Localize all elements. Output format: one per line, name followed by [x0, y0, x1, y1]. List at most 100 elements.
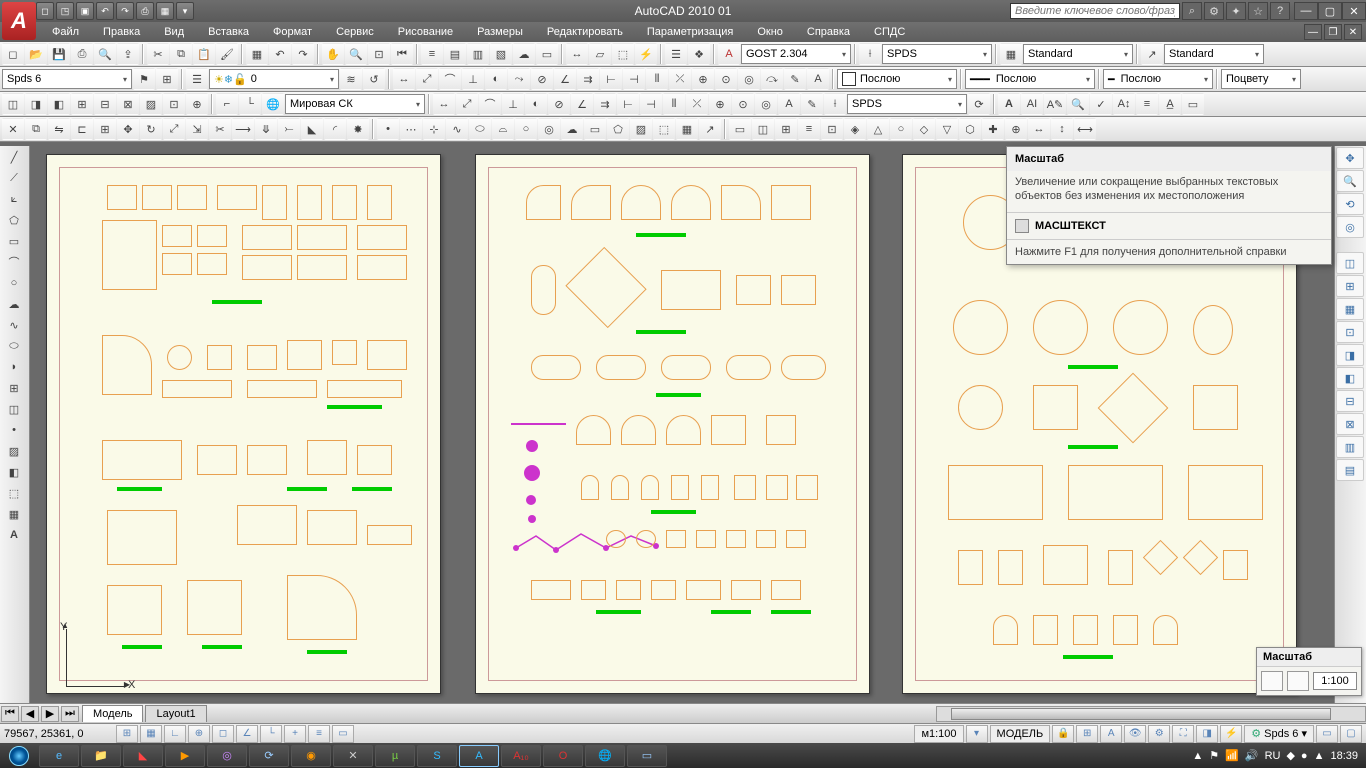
scale-input[interactable]	[1313, 672, 1357, 690]
ucs2-icon[interactable]: └	[239, 93, 261, 115]
qdim-icon[interactable]: ⇉	[577, 68, 599, 90]
s4-2-icon[interactable]: ◫	[752, 118, 774, 140]
taskbar-app1-icon[interactable]: ◎	[207, 745, 247, 767]
open-icon[interactable]: 📂	[25, 43, 47, 65]
dim2-10-icon[interactable]: ⊣	[640, 93, 662, 115]
menu-draw[interactable]: Рисование	[386, 24, 465, 40]
props-icon[interactable]: ≡	[421, 43, 443, 65]
t4-spl-icon[interactable]: ∿	[446, 118, 468, 140]
diminsp-icon[interactable]: ◎	[738, 68, 760, 90]
taskbar-app2-icon[interactable]: ⟳	[249, 745, 289, 767]
spell-icon[interactable]: ✓	[1090, 93, 1112, 115]
search-input[interactable]	[1010, 3, 1180, 19]
infocenter-icon[interactable]: ⚙	[1204, 2, 1224, 20]
plotstyle-combo[interactable]: Поцвету	[1221, 69, 1301, 89]
t4-don-icon[interactable]: ◎	[538, 118, 560, 140]
text-style-combo[interactable]: GOST 2.304	[741, 44, 851, 64]
dim2-12-icon[interactable]: ⤫	[686, 93, 708, 115]
mleader-style-combo[interactable]: Standard	[1164, 44, 1264, 64]
spds-combo[interactable]: SPDS	[847, 94, 967, 114]
dimstyle-icon[interactable]: ⟊	[859, 43, 881, 65]
mtext2-icon[interactable]: A	[1, 525, 27, 545]
start-button[interactable]	[0, 743, 38, 768]
dim2-6-icon[interactable]: ⊘	[548, 93, 570, 115]
table-icon[interactable]: ▦	[1, 504, 27, 524]
qat-dropdown-icon[interactable]: ▾	[176, 2, 194, 20]
zoom-rt-icon[interactable]: 🔍	[345, 43, 367, 65]
doc-restore-button[interactable]: ❐	[1324, 24, 1342, 40]
st-vis-icon[interactable]: 👁	[1124, 725, 1146, 743]
menu-file[interactable]: Файл	[40, 24, 91, 40]
undo2-icon[interactable]: ↶	[269, 43, 291, 65]
menu-window[interactable]: Окно	[745, 24, 795, 40]
makeblock-icon[interactable]: ◫	[1, 399, 27, 419]
nav-pan-icon[interactable]: ✥	[1336, 147, 1364, 169]
ortho-icon[interactable]: ∟	[164, 725, 186, 743]
t3-8-icon[interactable]: ⊡	[163, 93, 185, 115]
tray-app1-icon[interactable]: ◆	[1286, 749, 1294, 762]
comm-icon[interactable]: ✦	[1226, 2, 1246, 20]
print-icon[interactable]: ⎙	[71, 43, 93, 65]
dim2-2-icon[interactable]: ⤢	[456, 93, 478, 115]
doc-close-button[interactable]: ✕	[1344, 24, 1362, 40]
snap-icon[interactable]: ⊞	[116, 725, 138, 743]
t3-6-icon[interactable]: ⊠	[117, 93, 139, 115]
taskbar-desk-icon[interactable]: ▭	[627, 745, 667, 767]
t4-meas-icon[interactable]: ⊹	[423, 118, 445, 140]
taskbar-utorrent-icon[interactable]: µ	[375, 745, 415, 767]
t4-tab-icon[interactable]: ▦	[676, 118, 698, 140]
t4-fillet-icon[interactable]: ◜	[324, 118, 346, 140]
tray-lang[interactable]: RU	[1265, 750, 1281, 762]
doc-minimize-button[interactable]: —	[1304, 24, 1322, 40]
scale-text-icon[interactable]: A↕	[1113, 93, 1135, 115]
mtext-icon[interactable]: A	[998, 93, 1020, 115]
hscrollbar[interactable]	[936, 706, 1366, 722]
tab-model[interactable]: Модель	[82, 705, 143, 722]
t4-scale-icon[interactable]: ⤢	[163, 118, 185, 140]
tray-app3-icon[interactable]: ▲	[1314, 750, 1325, 762]
revcloud-icon[interactable]: ☁	[1, 294, 27, 314]
taskbar-acad-icon[interactable]: A	[459, 745, 499, 767]
copy-icon[interactable]: ⧉	[170, 43, 192, 65]
nav-orbit-icon[interactable]: ⟲	[1336, 193, 1364, 215]
color-combo[interactable]: Послою	[837, 69, 957, 89]
taskbar-ie-icon[interactable]: e	[39, 745, 79, 767]
s4-15-icon[interactable]: ↕	[1051, 118, 1073, 140]
st-tray-icon[interactable]: ▭	[1316, 725, 1338, 743]
menu-spds[interactable]: СПДС	[862, 24, 917, 40]
t4-arc3-icon[interactable]: ⌓	[492, 118, 514, 140]
markup-icon[interactable]: ☁	[513, 43, 535, 65]
dtext-icon[interactable]: AI	[1021, 93, 1043, 115]
taskbar-explorer-icon[interactable]: 📁	[81, 745, 121, 767]
nav-vp5-icon[interactable]: ◨	[1336, 344, 1364, 366]
t4-break-icon[interactable]: ⤋	[255, 118, 277, 140]
taskbar-media-icon[interactable]: ▶	[165, 745, 205, 767]
t4-cir-icon[interactable]: ○	[515, 118, 537, 140]
cut-icon[interactable]: ✂	[147, 43, 169, 65]
t4-point-icon[interactable]: •	[377, 118, 399, 140]
layermatch-icon[interactable]: ≋	[340, 68, 362, 90]
dim2-5-icon[interactable]: ◐	[525, 93, 547, 115]
menu-dimension[interactable]: Размеры	[465, 24, 535, 40]
t4-rev-icon[interactable]: ☁	[561, 118, 583, 140]
dim2-3-icon[interactable]: ⌒	[479, 93, 501, 115]
t4-offset-icon[interactable]: ⊏	[71, 118, 93, 140]
t4-div-icon[interactable]: ⋯	[400, 118, 422, 140]
textstyle-icon[interactable]: A	[718, 43, 740, 65]
t4-hat-icon[interactable]: ▨	[630, 118, 652, 140]
dimbreak-icon[interactable]: ⤫	[669, 68, 691, 90]
qat-redo-icon[interactable]: ↷	[116, 2, 134, 20]
ucsworld-icon[interactable]: 🌐	[262, 93, 284, 115]
dimtedit-icon[interactable]: A	[807, 68, 829, 90]
st-lock-icon[interactable]: 🔒	[1052, 725, 1074, 743]
s4-10-icon[interactable]: ▽	[936, 118, 958, 140]
pan-icon[interactable]: ✋	[322, 43, 344, 65]
s4-1-icon[interactable]: ▭	[729, 118, 751, 140]
area-icon[interactable]: ▱	[589, 43, 611, 65]
s4-14-icon[interactable]: ↔	[1028, 118, 1050, 140]
space-icon[interactable]: A̲	[1159, 93, 1181, 115]
hatch-icon[interactable]: ▨	[1, 441, 27, 461]
xline-icon[interactable]: ⟋	[1, 168, 27, 188]
dim2-7-icon[interactable]: ∠	[571, 93, 593, 115]
s4-6-icon[interactable]: ◈	[844, 118, 866, 140]
